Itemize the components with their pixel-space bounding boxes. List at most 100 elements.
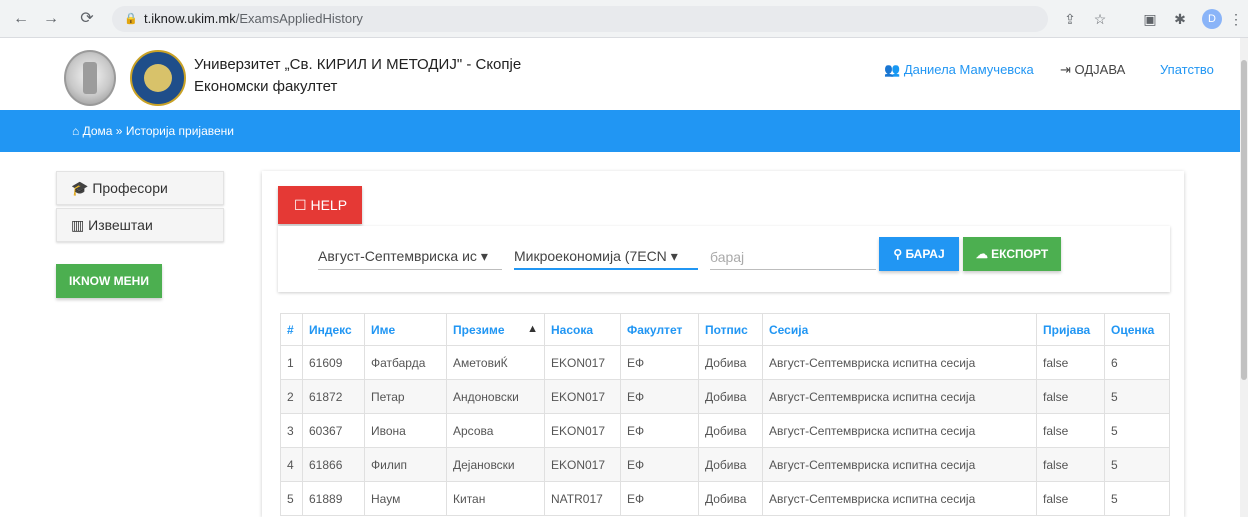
sign-out-icon: ⇥: [1060, 62, 1071, 77]
cell-grade: 5: [1104, 447, 1170, 482]
cell-name: Фатбарда: [364, 345, 447, 380]
subject-select[interactable]: Микроекономија (7ECN ▾: [514, 244, 698, 270]
results-table: # Индекс Име Презиме ▲ Насока Факултет П…: [280, 313, 1170, 516]
extension-icon[interactable]: ▣: [1140, 9, 1160, 29]
forward-arrow-icon[interactable]: →: [40, 8, 62, 30]
cell-grade: 6: [1104, 345, 1170, 380]
column-header-application[interactable]: Пријава: [1036, 313, 1105, 346]
cell-session: Август-Септемвриска испитна сесија: [762, 379, 1037, 414]
table-row[interactable]: 1 61609 Фатбарда АметовиЌ EKON017 ЕФ Добива Авг…: [280, 345, 1170, 380]
cell-faculty: ЕФ: [620, 413, 699, 448]
user-profile-link[interactable]: 👥 Даниела Мамучевска: [884, 62, 1034, 78]
puzzle-icon[interactable]: ✱: [1170, 9, 1190, 29]
sidebar-item-professors[interactable]: 🎓 Професори: [56, 171, 224, 205]
graduation-cap-icon: 🎓: [71, 180, 89, 196]
cell-number: 2: [280, 379, 303, 414]
square-icon: ☐: [294, 197, 307, 213]
cell-session: Август-Септемвриска испитна сесија: [762, 413, 1037, 448]
cell-session: Август-Септемвриска испитна сесија: [762, 345, 1037, 380]
iknow-menu-button[interactable]: IKNOW МЕНИ: [56, 264, 162, 298]
user-name: Даниела Мамучевска: [903, 62, 1034, 77]
cell-direction: EKON017: [544, 447, 621, 482]
cell-faculty: ЕФ: [620, 447, 699, 482]
column-header-grade[interactable]: Оценка: [1104, 313, 1170, 346]
cell-index: 61889: [302, 481, 365, 516]
export-button-label: ЕКСПОРТ: [991, 247, 1049, 261]
cell-session: Август-Септемвриска испитна сесија: [762, 481, 1037, 516]
export-button[interactable]: ☁ ЕКСПОРТ: [963, 237, 1061, 271]
cell-index: 60367: [302, 413, 365, 448]
help-button[interactable]: ☐ HELP: [278, 186, 362, 224]
cell-name: Ивона: [364, 413, 447, 448]
cell-application: false: [1036, 447, 1105, 482]
cell-index: 61609: [302, 345, 365, 380]
address-bar[interactable]: 🔒 t.iknow.ukim.mk/ExamsAppliedHistory: [112, 6, 1048, 32]
table-row[interactable]: 4 61866 Филип Дејановски EKON017 ЕФ Добива Авгу…: [280, 447, 1170, 482]
profile-avatar[interactable]: D: [1202, 9, 1222, 29]
table-row[interactable]: 3 60367 Ивона Арсова EKON017 ЕФ Добива Август-С…: [280, 413, 1170, 448]
faculty-logo: [130, 50, 186, 106]
breadcrumb-home[interactable]: Дома: [83, 124, 113, 138]
cell-index: 61872: [302, 379, 365, 414]
column-header-index[interactable]: Индекс: [302, 313, 365, 346]
bookmark-star-icon[interactable]: ☆: [1090, 9, 1110, 29]
cell-direction: EKON017: [544, 413, 621, 448]
cell-number: 5: [280, 481, 303, 516]
cell-grade: 5: [1104, 379, 1170, 414]
cell-surname: Дејановски: [446, 447, 545, 482]
cell-surname: Андоновски: [446, 379, 545, 414]
cell-name: Наум: [364, 481, 447, 516]
session-select[interactable]: Август-Септемвриска ис ▾: [318, 244, 502, 270]
reload-icon[interactable]: ⟳: [76, 8, 98, 30]
column-header-name[interactable]: Име: [364, 313, 447, 346]
search-input[interactable]: [710, 244, 876, 270]
cell-name: Петар: [364, 379, 447, 414]
cell-signature: Добива: [698, 345, 763, 380]
search-icon: ⚲: [893, 247, 903, 261]
column-header-direction[interactable]: Насока: [544, 313, 621, 346]
cloud-download-icon: ☁: [975, 247, 988, 261]
table-header-row: # Индекс Име Презиме ▲ Насока Факултет П…: [280, 313, 1170, 346]
cell-surname: АметовиЌ: [446, 345, 545, 380]
cell-application: false: [1036, 379, 1105, 414]
url-host: t.iknow.ukim.mk: [144, 11, 236, 26]
table-row[interactable]: 5 61889 Наум Китан NATR017 ЕФ Добива Август-Сеп…: [280, 481, 1170, 516]
breadcrumb-separator-icon: »: [115, 124, 123, 138]
cell-number: 1: [280, 345, 303, 380]
cell-grade: 5: [1104, 413, 1170, 448]
column-header-signature[interactable]: Потпис: [698, 313, 763, 346]
subject-select-value: Микроекономија (7ECN: [514, 248, 667, 264]
home-icon: ⌂: [72, 124, 80, 138]
lock-icon: 🔒: [124, 13, 138, 25]
cell-signature: Добива: [698, 413, 763, 448]
column-header-number: #: [280, 313, 303, 346]
more-menu-icon[interactable]: ⋮: [1226, 9, 1246, 29]
back-arrow-icon[interactable]: ←: [10, 8, 32, 30]
logout-label: ОДЈАВА: [1074, 62, 1126, 77]
column-header-session[interactable]: Сесија: [762, 313, 1037, 346]
manual-link[interactable]: Упатство: [1160, 62, 1214, 77]
cell-faculty: ЕФ: [620, 345, 699, 380]
cell-number: 3: [280, 413, 303, 448]
sidebar-item-reports[interactable]: ▥ Извештаи: [56, 208, 224, 242]
cell-index: 61866: [302, 447, 365, 482]
cell-faculty: ЕФ: [620, 379, 699, 414]
share-icon[interactable]: ⇪: [1060, 9, 1080, 29]
user-icon: 👥: [884, 62, 901, 77]
cell-surname: Китан: [446, 481, 545, 516]
column-header-faculty[interactable]: Факултет: [620, 313, 699, 346]
breadcrumb-bar: ⌂ Дома » Историја пријавени: [0, 110, 1240, 152]
cell-direction: NATR017: [544, 481, 621, 516]
scrollbar-thumb[interactable]: [1241, 60, 1247, 380]
url-path: /ExamsAppliedHistory: [235, 11, 363, 26]
sidebar-item-label: Извештаи: [88, 217, 153, 233]
cell-direction: EKON017: [544, 379, 621, 414]
logout-link[interactable]: ⇥ ОДЈАВА: [1060, 62, 1125, 78]
search-button[interactable]: ⚲ БАРАЈ: [879, 237, 959, 271]
sort-ascending-icon[interactable]: ▲: [527, 323, 538, 335]
cell-direction: EKON017: [544, 345, 621, 380]
session-select-value: Август-Септемвриска ис: [318, 248, 477, 264]
column-header-surname[interactable]: Презиме ▲: [446, 313, 545, 346]
faculty-name: Економски факултет: [194, 78, 338, 95]
table-row[interactable]: 2 61872 Петар Андоновски EKON017 ЕФ Добива Авгу…: [280, 379, 1170, 414]
